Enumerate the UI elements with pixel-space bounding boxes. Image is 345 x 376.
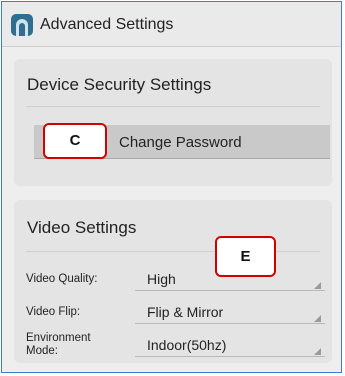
environment-mode-select[interactable]: Indoor(50hz) [147,337,226,353]
dropdown-arrow-icon[interactable] [314,282,321,289]
callout-c-badge: C [43,123,107,159]
page-title: Advanced Settings [40,16,174,33]
environment-mode-row: Environment Mode: Indoor(50hz) [14,330,332,360]
change-password-label: Change Password [119,134,242,151]
divider [26,106,320,107]
app-settings-icon [11,14,33,36]
select-underline [135,290,325,291]
title-bar: Advanced Settings [2,2,341,47]
video-quality-label: Video Quality: [26,273,98,285]
video-flip-row: Video Flip: Flip & Mirror [14,297,332,327]
video-flip-select[interactable]: Flip & Mirror [147,304,223,320]
video-flip-label: Video Flip: [26,306,81,318]
environment-mode-label: Environment Mode: [26,332,91,357]
dropdown-arrow-icon[interactable] [314,348,321,355]
callout-e-badge: E [215,236,276,277]
video-section-title: Video Settings [27,218,137,237]
video-quality-row: Video Quality: High [14,264,332,294]
security-section-title: Device Security Settings [27,75,212,94]
dropdown-arrow-icon[interactable] [314,315,321,322]
video-settings-card: Video Settings Video Quality: High Video… [14,200,332,363]
select-underline [135,323,325,324]
app-window: Advanced Settings Device Security Settin… [1,1,342,373]
select-underline [135,356,325,357]
video-quality-select[interactable]: High [147,271,176,287]
